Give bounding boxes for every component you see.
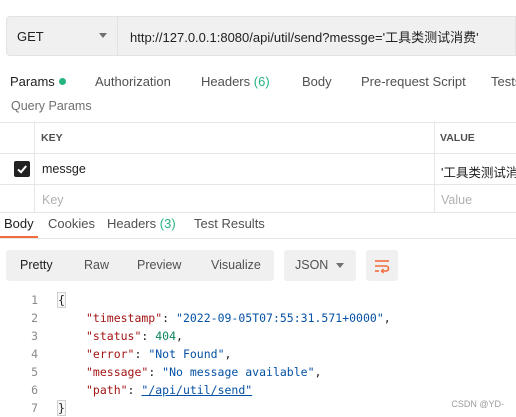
- code-line: "timestamp": "2022-09-05T07:55:31.571+00…: [86, 311, 391, 325]
- code-line: "error": "Not Found",: [86, 347, 232, 361]
- code-line: "status": 404,: [86, 329, 183, 343]
- tab-test-results[interactable]: Test Results: [194, 216, 265, 231]
- line-number: 7: [31, 401, 38, 415]
- json-value: 404: [155, 329, 177, 343]
- tab-response-headers-label: Headers: [107, 216, 157, 231]
- json-link-value[interactable]: "/api/util/send": [141, 383, 252, 397]
- table-divider: [0, 122, 516, 123]
- line-number: 5: [31, 365, 38, 379]
- json-key: "path": [86, 383, 128, 397]
- tab-response-body[interactable]: Body: [4, 216, 34, 231]
- visualize-button[interactable]: Visualize: [211, 258, 261, 272]
- tab-authorization[interactable]: Authorization: [95, 74, 171, 89]
- json-key: "error": [86, 347, 135, 361]
- value-input[interactable]: Value: [441, 193, 472, 207]
- code-line: "message": "No message available",: [86, 365, 322, 379]
- method-select[interactable]: GET: [6, 16, 118, 56]
- json-value: "2022-09-05T07:55:31.571+0000": [176, 311, 384, 325]
- column-header-value: VALUE: [440, 132, 475, 144]
- param-key[interactable]: messge: [42, 162, 86, 176]
- table-divider: [0, 184, 516, 185]
- query-params-title: Query Params: [11, 99, 92, 113]
- table-divider: [0, 212, 516, 213]
- key-input[interactable]: Key: [42, 193, 64, 207]
- preview-button[interactable]: Preview: [137, 258, 181, 272]
- tab-tests[interactable]: Tests: [491, 74, 516, 89]
- param-checkbox[interactable]: [14, 161, 30, 177]
- tab-body[interactable]: Body: [302, 74, 332, 89]
- check-icon: [17, 165, 27, 174]
- wrap-lines-button[interactable]: [366, 250, 398, 281]
- watermark: CSDN @YD-: [451, 399, 504, 409]
- tab-headers-label: Headers: [201, 74, 251, 89]
- tab-response-headers[interactable]: Headers (3): [107, 216, 176, 231]
- format-label: JSON: [295, 258, 329, 272]
- tab-cookies[interactable]: Cookies: [48, 216, 95, 231]
- section-divider: [0, 238, 516, 239]
- active-dot-icon: [58, 78, 66, 85]
- tab-params[interactable]: Params: [10, 74, 66, 89]
- tab-params-label: Params: [10, 74, 55, 89]
- table-divider: [34, 122, 35, 212]
- open-brace: {: [57, 292, 66, 308]
- json-value: "Not Found": [148, 347, 225, 361]
- raw-button[interactable]: Raw: [84, 258, 109, 272]
- line-number: 4: [31, 347, 38, 361]
- pretty-button[interactable]: Pretty: [20, 258, 53, 272]
- code-line: "path": "/api/util/send": [86, 383, 253, 397]
- tab-headers-count: (6): [253, 74, 270, 89]
- chevron-down-icon: [336, 263, 344, 268]
- json-value: "No message available": [162, 365, 315, 379]
- table-divider: [0, 153, 516, 154]
- table-divider: [434, 122, 435, 212]
- line-number: 6: [31, 383, 38, 397]
- tab-headers[interactable]: Headers (6): [201, 74, 270, 89]
- json-key: "status": [86, 329, 142, 343]
- url-input[interactable]: http://127.0.0.1:8080/api/util/send?mess…: [118, 16, 516, 56]
- wrap-icon: [375, 259, 390, 273]
- tab-response-headers-count: (3): [159, 216, 176, 231]
- param-value[interactable]: '工具类测试消: [441, 162, 516, 181]
- column-header-key: KEY: [41, 132, 63, 144]
- chevron-down-icon: [99, 33, 107, 38]
- line-number: 3: [31, 329, 38, 343]
- json-key: "timestamp": [86, 311, 163, 325]
- line-number: 1: [31, 293, 38, 307]
- tab-pre-request-script[interactable]: Pre-request Script: [361, 74, 466, 89]
- line-number: 2: [31, 311, 38, 325]
- close-brace: }: [57, 400, 66, 416]
- json-key: "message": [86, 365, 149, 379]
- method-label: GET: [17, 28, 44, 44]
